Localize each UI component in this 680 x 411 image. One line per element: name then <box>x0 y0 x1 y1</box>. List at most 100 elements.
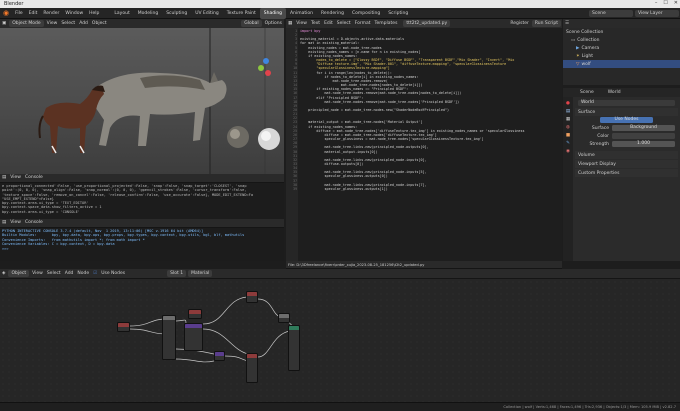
outliner-row-scene[interactable]: Scene Collection <box>563 28 680 36</box>
console-editor-icon-2[interactable]: ▤ <box>0 218 8 228</box>
editor-type-icon[interactable]: ▣ <box>0 19 8 29</box>
render-tab-icon[interactable]: ● <box>563 101 573 106</box>
view-layer-tab-icon[interactable]: ▦ <box>563 117 573 122</box>
world-selector[interactable]: World <box>578 100 675 106</box>
node-editor-icon[interactable]: ◈ <box>0 269 7 279</box>
scene-selector[interactable]: Scene <box>589 9 633 17</box>
workspace-tab-modeling[interactable]: Modeling <box>134 8 162 19</box>
register-checkbox[interactable]: Register <box>508 19 531 29</box>
world-tab[interactable]: World <box>608 90 621 95</box>
volume-panel[interactable]: Volume <box>575 151 678 159</box>
text-menu-edit[interactable]: Edit <box>322 19 335 29</box>
text-file-selector[interactable]: ttt2t2_updated.py <box>403 20 451 27</box>
menu-window[interactable]: Window <box>62 8 86 19</box>
text-menu-text[interactable]: Text <box>309 19 322 29</box>
workspace-tab-uv-editing[interactable]: UV Editing <box>191 8 222 19</box>
python-console[interactable]: PYTHON INTERACTIVE CONSOLE 3.7.4 (defaul… <box>0 229 284 261</box>
node-menu-select[interactable]: Select <box>45 269 63 279</box>
use-nodes-button[interactable]: Use Nodes <box>599 117 654 123</box>
text-menu-select[interactable]: Select <box>335 19 353 29</box>
console-line: >>> <box>2 246 11 251</box>
console-menu-view-2[interactable]: View <box>8 218 23 228</box>
console-menu-console[interactable]: Console <box>23 218 45 228</box>
outliner-row-wolf[interactable]: ▽ wolf <box>563 60 680 68</box>
shader-node[interactable] <box>117 322 130 332</box>
text-menu-format[interactable]: Format <box>353 19 373 29</box>
maximize-button[interactable]: ☐ <box>663 0 667 6</box>
slot-dropdown[interactable]: Slot 1 <box>167 270 187 277</box>
workspace-tab-rendering[interactable]: Rendering <box>317 8 348 19</box>
viewport-menu-select[interactable]: Select <box>59 19 77 29</box>
world-tab-icon[interactable]: ◍ <box>563 125 573 130</box>
shader-node[interactable] <box>288 325 300 371</box>
material-selector[interactable]: Material <box>188 270 213 277</box>
node-object-dropdown[interactable]: Object <box>8 270 30 277</box>
options-dropdown[interactable]: Options <box>263 19 284 29</box>
outliner-icon[interactable]: ☰ <box>563 19 571 29</box>
text-menu-view[interactable]: View <box>294 19 309 29</box>
object-mode-dropdown[interactable]: Object Mode <box>9 20 44 27</box>
properties-editor: Scene World ● ▤ ▦ ◍ ■ ✎ ◉ World Surface … <box>563 88 680 261</box>
console-editor-icon[interactable]: ▤ <box>0 173 8 183</box>
viewport-menu-object[interactable]: Object <box>90 19 109 29</box>
minimize-button[interactable]: – <box>655 0 658 6</box>
light-icon: ✶ <box>576 53 580 59</box>
close-button[interactable]: ✕ <box>674 0 678 6</box>
menu-file[interactable]: File <box>12 8 26 19</box>
shader-node[interactable] <box>214 351 225 361</box>
workspace-tab-shading[interactable]: Shading <box>259 7 287 19</box>
material-tab-icon[interactable]: ◉ <box>563 149 573 154</box>
run-script-button[interactable]: Run Script <box>531 20 561 27</box>
color-swatch[interactable] <box>612 133 675 139</box>
blender-logo-icon[interactable]: ◉ <box>0 8 12 19</box>
console-menu-view[interactable]: View <box>8 173 23 183</box>
surface-dropdown[interactable]: Background <box>612 125 675 131</box>
outliner-row-collection[interactable]: ▭ Collection <box>563 36 680 44</box>
output-tab-icon[interactable]: ▤ <box>563 109 573 114</box>
mesh-icon: ▽ <box>576 61 580 67</box>
node-menu-view[interactable]: View <box>30 269 45 279</box>
workspace-tab-sculpting[interactable]: Sculpting <box>162 8 191 19</box>
menu-render[interactable]: Render <box>40 8 62 19</box>
shader-node[interactable] <box>246 291 258 303</box>
menu-edit[interactable]: Edit <box>26 8 41 19</box>
viewport-menu-add[interactable]: Add <box>77 19 90 29</box>
custom-properties-panel[interactable]: Custom Properties <box>575 169 678 177</box>
use-nodes-checkbox-icon[interactable]: ☑ <box>91 269 99 279</box>
surface-panel-header[interactable]: Surface <box>575 108 678 116</box>
3d-viewport[interactable] <box>0 28 284 174</box>
status-stats: Collection | wolf | Verts:1,468 | Faces:… <box>503 405 676 409</box>
menu-help[interactable]: Help <box>86 8 102 19</box>
console-menu-info[interactable]: Console <box>23 173 45 183</box>
viewport-display-panel[interactable]: Viewport Display <box>575 160 678 168</box>
workspace-tab-scripting[interactable]: Scripting <box>384 8 412 19</box>
outliner-row-camera[interactable]: ▶ Camera <box>563 44 680 52</box>
text-menu-templates[interactable]: Templates <box>373 19 400 29</box>
shader-node[interactable] <box>188 309 202 319</box>
text-editor[interactable]: 1 2 3 4 5 6 7 8 9 10 11 12 13 14 15 16 17 18 19 20 21 22 23 24 2… <box>286 28 562 261</box>
workspace-tab-texture-paint[interactable]: Texture Paint <box>223 8 260 19</box>
transform-orientation-dropdown[interactable]: Global <box>241 20 262 27</box>
view-layer-selector[interactable]: View Layer <box>635 9 679 17</box>
text-editor-icon[interactable]: ▦ <box>286 19 294 29</box>
workspace-tab-layout[interactable]: Layout <box>110 8 133 19</box>
code-line: specular_glossiness.outputs[1]) <box>300 186 388 191</box>
shader-node[interactable] <box>278 313 290 323</box>
outliner-row-light[interactable]: ✶ Light <box>563 52 680 60</box>
viewport-menu-view[interactable]: View <box>45 19 60 29</box>
shader-node[interactable] <box>246 353 258 383</box>
strength-field[interactable]: 1.000 <box>612 141 675 147</box>
object-tab-icon[interactable]: ■ <box>563 133 573 138</box>
node-menu-node[interactable]: Node <box>75 269 91 279</box>
workspace-tab-animation[interactable]: Animation <box>286 8 317 19</box>
workspace-tab-compositing[interactable]: Compositing <box>348 8 384 19</box>
light-label: Light <box>581 53 594 59</box>
script-code[interactable]: import bpy existing_material = D.objects… <box>300 28 562 191</box>
shader-node[interactable] <box>184 323 203 351</box>
node-menu-add[interactable]: Add <box>63 269 76 279</box>
scene-tab[interactable]: Scene <box>580 90 594 95</box>
shader-node-editor[interactable] <box>0 279 680 402</box>
modifier-tab-icon[interactable]: ✎ <box>563 141 573 146</box>
shader-node[interactable] <box>162 315 176 360</box>
strength-row: Strength 1.000 <box>575 140 678 148</box>
